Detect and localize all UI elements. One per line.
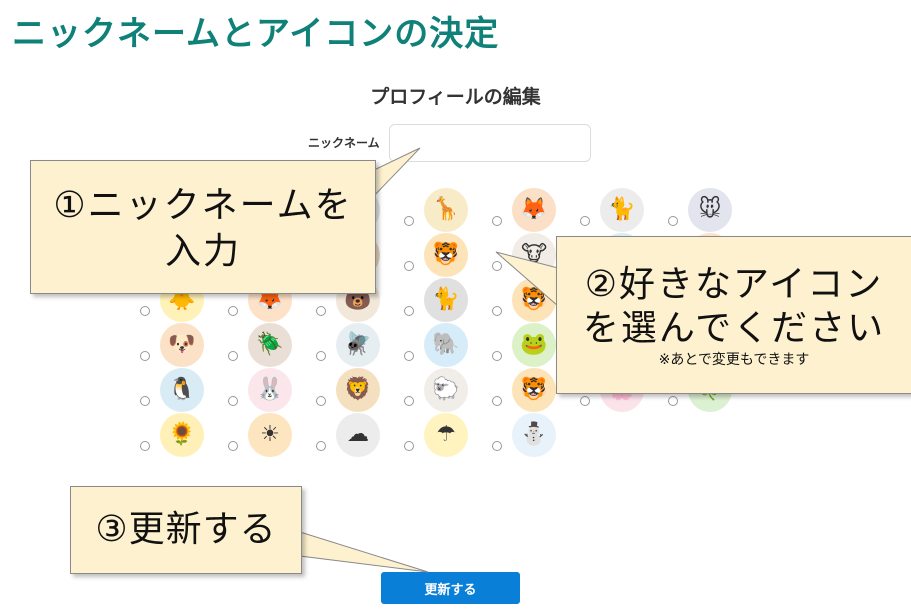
icon-radio[interactable] [492,351,502,361]
dog-icon[interactable]: 🐶 [160,323,204,367]
icon-radio[interactable] [228,441,238,451]
slide-title: ニックネームとアイコンの決定 [12,14,500,54]
icon-radio[interactable] [404,396,414,406]
callout-text: を選んでください [582,308,886,349]
icon-radio[interactable] [140,351,150,361]
umbrella-icon[interactable]: ☂ [424,413,468,457]
icon-option[interactable]: 🐘 [404,323,494,369]
frog-icon[interactable]: 🐸 [512,323,556,367]
icon-radio[interactable] [492,216,502,226]
callout-enter-nickname: ①ニックネームを 入力 [30,160,376,294]
icon-option[interactable]: 🐰 [228,368,318,414]
icon-option[interactable]: 🌻 [140,413,230,459]
elephant-icon[interactable]: 🐘 [424,323,468,367]
icon-radio[interactable] [140,306,150,316]
icon-option[interactable]: 🦒 [404,188,494,234]
icon-radio[interactable] [316,306,326,316]
icon-radio[interactable] [316,396,326,406]
callout-text: 入力 [164,231,241,272]
cloud-icon[interactable]: ☁ [336,413,380,457]
icon-radio[interactable] [404,261,414,271]
icon-radio[interactable] [140,396,150,406]
callout-text: ①ニックネームを [53,185,353,226]
cow-icon[interactable]: 🐮 [512,233,556,277]
callout-update: ③更新する [70,486,302,574]
icon-option[interactable]: 🐶 [140,323,230,369]
icon-option[interactable]: 🐭 [668,188,758,234]
sheep-icon[interactable]: 🐑 [424,368,468,412]
icon-radio[interactable] [316,441,326,451]
callout-choose-icon: ②好きなアイコン を選んでください ※あとで変更もできます [556,236,911,394]
icon-option[interactable]: 🦁 [316,368,406,414]
icon-radio[interactable] [404,351,414,361]
sun-icon[interactable]: ☀ [248,413,292,457]
snowman-icon[interactable]: ⛄ [512,413,556,457]
icon-radio[interactable] [492,441,502,451]
fox-icon[interactable]: 🦊 [512,188,556,232]
rabbit-icon[interactable]: 🐰 [248,368,292,412]
icon-option[interactable]: ⛄ [492,413,582,459]
beetle-icon[interactable]: 🪲 [248,323,292,367]
callout-text: ③更新する [95,509,277,550]
icon-radio[interactable] [580,216,590,226]
icon-radio[interactable] [228,396,238,406]
page-title: プロフィールの編集 [370,86,541,108]
icon-radio[interactable] [492,396,502,406]
icon-radio[interactable] [668,216,678,226]
tiger-icon[interactable]: 🐯 [512,368,556,412]
icon-option[interactable]: 🐧 [140,368,230,414]
icon-radio[interactable] [492,306,502,316]
icon-option[interactable]: 🐈 [580,188,670,234]
icon-radio[interactable] [492,261,502,271]
update-button[interactable]: 更新する [381,572,520,604]
icon-radio[interactable] [404,216,414,226]
icon-radio[interactable] [228,351,238,361]
tiger-icon[interactable]: 🐯 [424,233,468,277]
mouse-icon[interactable]: 🐭 [688,188,732,232]
lion-icon[interactable]: 🦁 [336,368,380,412]
tiger-icon[interactable]: 🐯 [512,278,556,322]
icon-option[interactable]: ☂ [404,413,494,459]
callout-text: ②好きなアイコン [584,264,884,305]
sunflower-icon[interactable]: 🌻 [160,413,204,457]
icon-radio[interactable] [140,441,150,451]
icon-option[interactable]: 🪲 [228,323,318,369]
callout-note: ※あとで変更もできます [658,352,810,368]
giraffe-icon[interactable]: 🦒 [424,188,468,232]
icon-radio[interactable] [404,441,414,451]
black-cat-icon[interactable]: 🐈 [424,278,468,322]
icon-option[interactable]: 🪰 [316,323,406,369]
cat-icon[interactable]: 🐈 [600,188,644,232]
icon-option[interactable]: ☁ [316,413,406,459]
penguin-icon[interactable]: 🐧 [160,368,204,412]
icon-radio[interactable] [316,351,326,361]
icon-option[interactable]: 🦊 [492,188,582,234]
icon-option[interactable]: 🐈 [404,278,494,324]
nickname-label: ニックネーム [308,136,380,150]
icon-radio[interactable] [228,306,238,316]
dragonfly-icon[interactable]: 🪰 [336,323,380,367]
icon-option[interactable]: ☀ [228,413,318,459]
nickname-input[interactable] [389,124,591,162]
icon-option[interactable]: 🐯 [404,233,494,279]
icon-radio[interactable] [580,396,590,406]
icon-radio[interactable] [404,306,414,316]
icon-radio[interactable] [668,396,678,406]
icon-option[interactable]: 🐑 [404,368,494,414]
